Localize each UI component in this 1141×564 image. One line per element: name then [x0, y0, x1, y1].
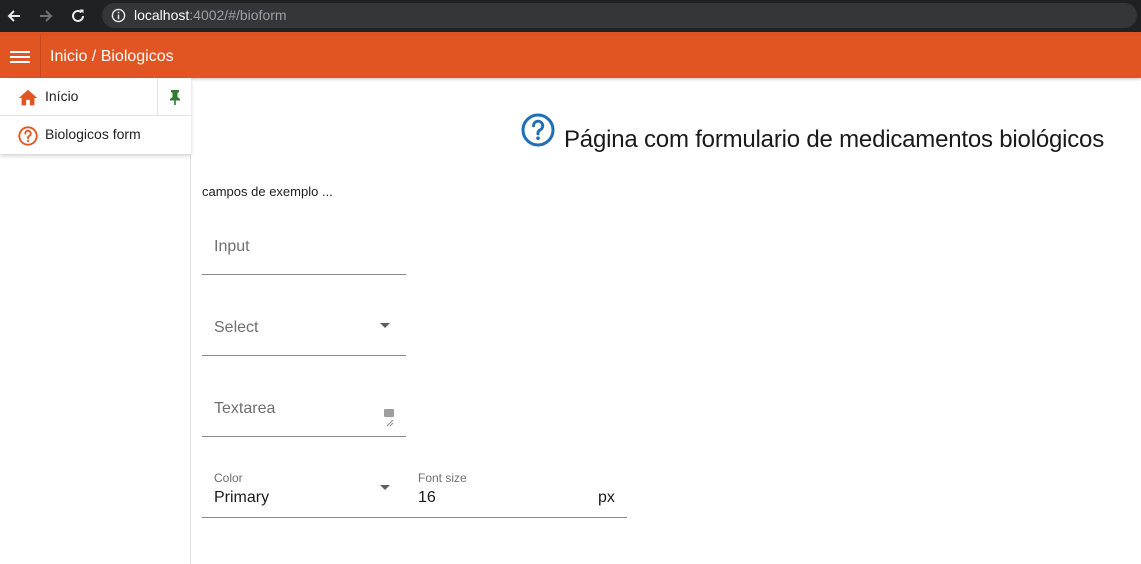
input-label: Input	[214, 238, 250, 255]
sidebar: Início Biologicos form	[0, 78, 191, 564]
form-subtitle: campos de exemplo ...	[202, 184, 333, 199]
select-field[interactable]: Select	[202, 309, 406, 356]
color-value: Primary	[214, 489, 270, 506]
textarea-field[interactable]: Textarea	[202, 390, 406, 437]
chevron-down-icon	[380, 485, 390, 490]
reload-icon	[72, 9, 84, 22]
pin-button[interactable]	[157, 78, 191, 115]
arrow-left-icon	[7, 10, 20, 22]
breadcrumb: Inicio / Biologicos	[50, 48, 174, 65]
app-header: Inicio / Biologicos	[0, 35, 1141, 78]
color-select[interactable]: Color Primary	[202, 466, 402, 517]
help-circle-icon	[521, 113, 555, 147]
url-text: localhost:4002/#/bioform	[134, 7, 287, 24]
font-size-unit: px	[598, 489, 615, 506]
textarea-label: Textarea	[214, 400, 276, 417]
sidebar-item-label: Biologicos form	[45, 126, 141, 142]
browser-toolbar: localhost:4002/#/bioform	[0, 0, 1141, 34]
home-icon	[18, 89, 38, 106]
hamburger-icon	[10, 50, 30, 63]
resize-handle-icon[interactable]	[384, 409, 394, 427]
help-circle-icon	[18, 126, 38, 146]
info-icon	[111, 8, 126, 23]
pin-icon	[169, 89, 180, 105]
font-size-value: 16	[418, 489, 436, 506]
arrow-right-icon	[40, 10, 53, 22]
select-label: Select	[214, 319, 259, 336]
url-path: :4002/#/bioform	[189, 7, 287, 23]
sidebar-item-label: Início	[45, 88, 79, 104]
font-size-label: Font size	[418, 471, 467, 485]
style-options-row: Color Primary Font size 16 px	[202, 466, 627, 518]
forward-button[interactable]	[36, 6, 56, 26]
font-size-input[interactable]: Font size 16 px	[406, 466, 627, 517]
back-button[interactable]	[4, 6, 24, 26]
sidebar-menu: Início Biologicos form	[0, 78, 191, 154]
sidebar-item-inicio[interactable]: Início	[0, 78, 191, 116]
reload-button[interactable]	[68, 6, 88, 26]
menu-button[interactable]	[0, 35, 41, 78]
sidebar-item-biologicos-form[interactable]: Biologicos form	[0, 116, 191, 154]
address-bar[interactable]: localhost:4002/#/bioform	[102, 3, 1137, 28]
url-host: localhost	[134, 7, 190, 23]
input-field[interactable]: Input	[202, 228, 406, 275]
color-label: Color	[214, 471, 243, 485]
page-title: Página com formulario de medicamentos bi…	[564, 126, 1105, 153]
chevron-down-icon	[380, 323, 390, 328]
